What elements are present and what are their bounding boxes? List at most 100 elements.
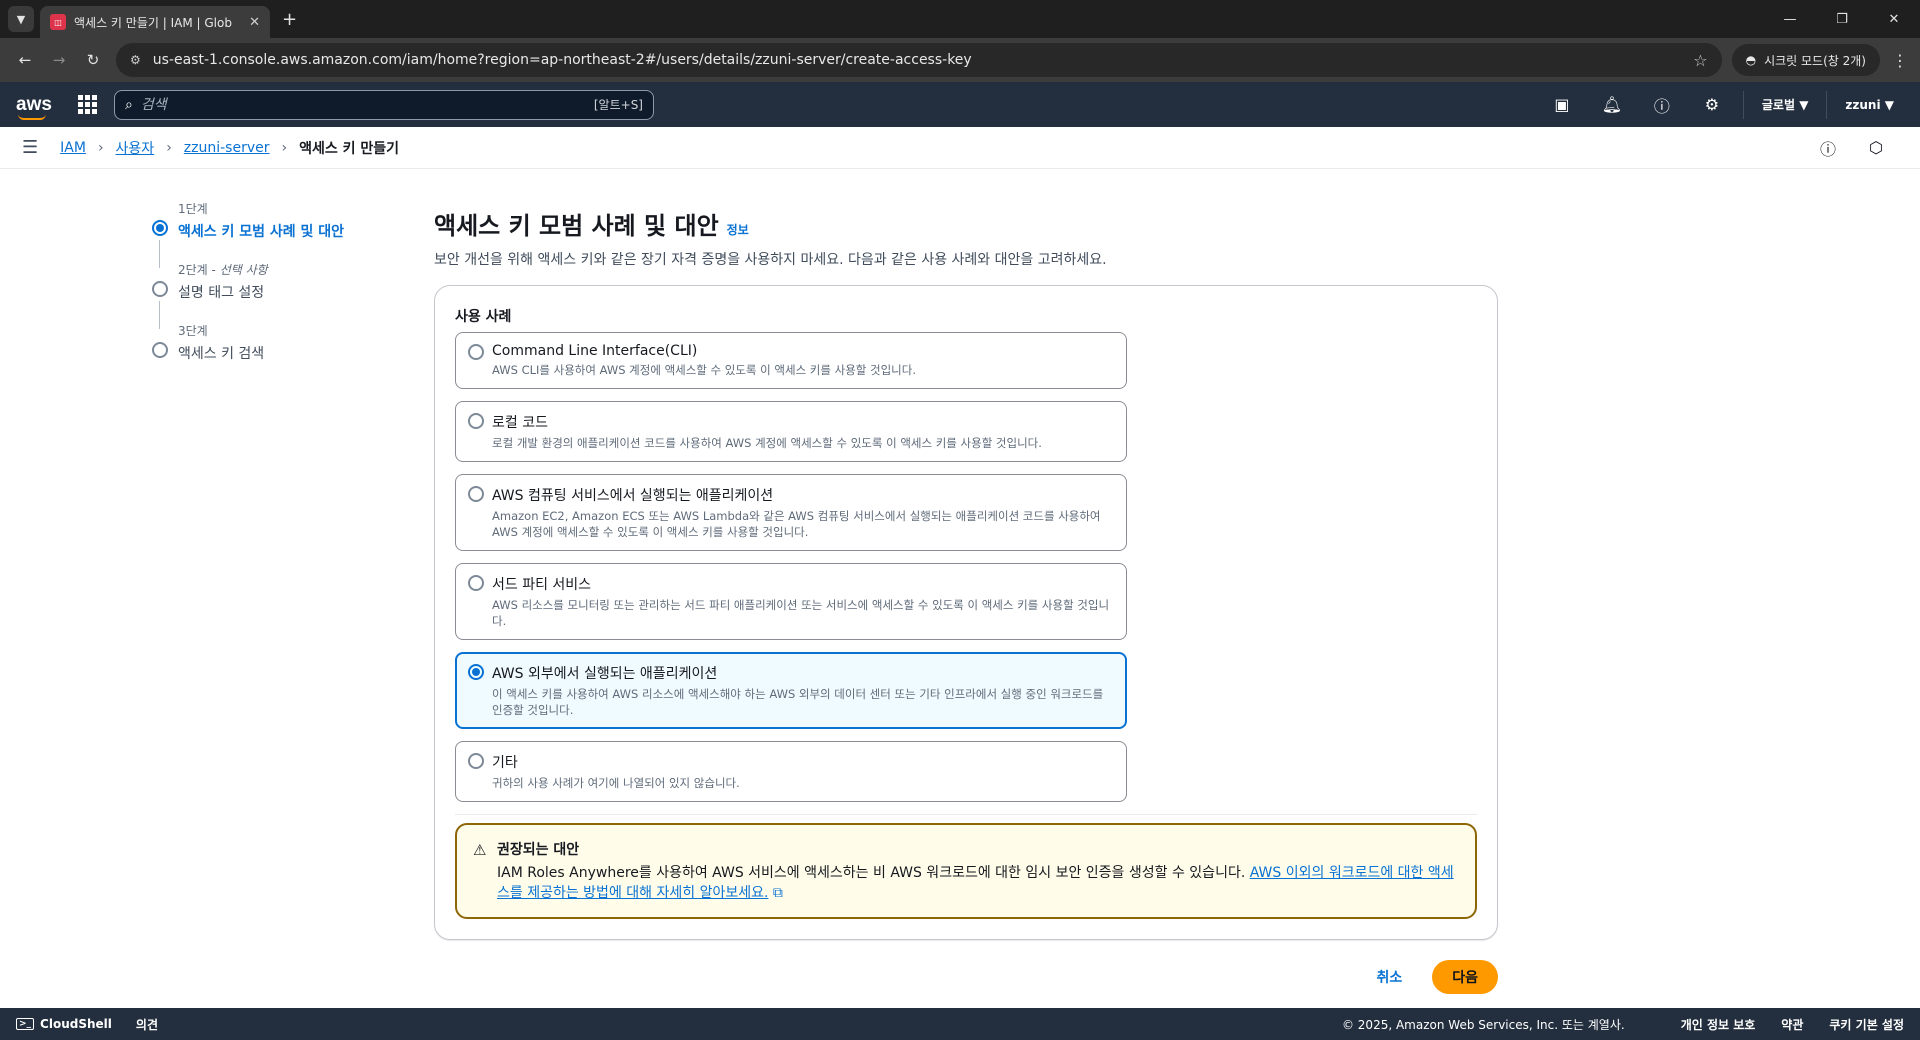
help-icon[interactable]: ⓘ <box>1637 93 1687 117</box>
alert-title: 권장되는 대안 <box>497 842 580 858</box>
option-title: AWS 외부에서 실행되는 애플리케이션 <box>492 666 718 682</box>
use-case-label: 사용 사례 <box>455 309 512 325</box>
nav-divider <box>1742 90 1744 119</box>
use-case-container: 사용 사례 Command Line Interface(CLI) AWS CL… <box>434 285 1498 940</box>
use-case-option-cli[interactable]: Command Line Interface(CLI) AWS CLI를 사용하… <box>455 332 1127 389</box>
main-content: 액세스 키 모범 사례 및 대안 정보 보안 개선을 위해 액세스 키와 같은 … <box>434 206 1498 994</box>
alert-text: IAM Roles Anywhere를 사용하여 AWS 서비스에 액세스하는 … <box>497 865 1250 881</box>
incognito-icon: ◓ <box>1745 53 1757 67</box>
aws-logo[interactable]: aws <box>16 93 56 120</box>
browser-tab-active[interactable]: ◫ 액세스 키 만들기 | IAM | Glob ✕ <box>40 6 270 38</box>
breadcrumb-iam[interactable]: IAM <box>60 140 86 156</box>
console-footer: >_ CloudShell 의견 © 2025, Amazon Web Serv… <box>0 1008 1920 1040</box>
step-number: 3단계 <box>178 324 208 338</box>
option-title: Command Line Interface(CLI) <box>492 343 698 359</box>
radio-button[interactable] <box>468 413 484 429</box>
use-case-option-other[interactable]: 기타 귀하의 사용 사례가 여기에 나열되어 있지 않습니다. <box>455 741 1127 802</box>
settings-gear-icon[interactable]: ⚙ <box>1687 95 1737 114</box>
breadcrumb-bar: ☰ IAM › 사용자 › zzuni-server › 액세스 키 만들기 ⓘ… <box>0 127 1920 169</box>
breadcrumb-chevron-icon: › <box>281 139 288 156</box>
browser-tab-title: 액세스 키 만들기 | IAM | Glob <box>74 15 232 30</box>
step-3[interactable]: 3단계 액세스 키 검색 <box>146 322 366 363</box>
next-button[interactable]: 다음 <box>1432 960 1498 994</box>
restore-icon[interactable]: ❐ <box>1816 0 1868 38</box>
cancel-button[interactable]: 취소 <box>1376 967 1402 987</box>
url-bar[interactable]: ⚙ us-east-1.console.aws.amazon.com/iam/h… <box>116 43 1722 77</box>
option-description: 귀하의 사용 사례가 여기에 나열되어 있지 않습니다. <box>492 776 740 790</box>
radio-button[interactable] <box>468 344 484 360</box>
external-link-icon[interactable]: ⧉ <box>773 885 783 901</box>
option-description: Amazon EC2, Amazon ECS 또는 AWS Lambda와 같은… <box>492 509 1101 539</box>
forward-arrow-icon[interactable]: → <box>42 43 76 77</box>
cloudshell-button[interactable]: >_ CloudShell <box>16 1017 112 1031</box>
nav-divider <box>1826 90 1828 119</box>
step-status-icon <box>152 342 168 358</box>
step-number: 1단계 <box>178 202 208 216</box>
new-tab-plus-icon[interactable]: + <box>282 9 297 30</box>
page-title: 액세스 키 모범 사례 및 대안 <box>434 212 719 240</box>
step-title: 설명 태그 설정 <box>178 285 265 301</box>
step-1[interactable]: 1단계 액세스 키 모범 사례 및 대안 <box>146 200 366 268</box>
radio-button[interactable] <box>468 486 484 502</box>
info-panel-icon[interactable]: ⓘ <box>1804 136 1852 160</box>
copyright-text: © 2025, Amazon Web Services, Inc. 또는 계열사… <box>1341 1017 1625 1032</box>
reload-icon[interactable]: ↻ <box>76 43 110 77</box>
option-title: 로컬 코드 <box>492 415 548 431</box>
close-tab-icon[interactable]: ✕ <box>249 15 260 30</box>
breadcrumb-users[interactable]: 사용자 <box>116 138 155 158</box>
region-menu[interactable]: 글로벌 ▼ <box>1750 96 1821 113</box>
terms-link[interactable]: 약관 <box>1781 1016 1803 1033</box>
bookmark-star-icon[interactable]: ☆ <box>1693 51 1707 70</box>
search-shortcut-hint: [알트+S] <box>593 98 643 112</box>
account-menu[interactable]: zzuni ▼ <box>1833 98 1906 112</box>
breadcrumb-chevron-icon: › <box>97 139 104 156</box>
search-input[interactable] <box>140 96 594 113</box>
window-controls: — ❐ ✕ <box>1764 0 1920 38</box>
use-case-option-aws-compute[interactable]: AWS 컴퓨팅 서비스에서 실행되는 애플리케이션 Amazon EC2, Am… <box>455 474 1127 551</box>
browser-addressbar: ← → ↻ ⚙ us-east-1.console.aws.amazon.com… <box>0 38 1920 82</box>
use-case-option-local-code[interactable]: 로컬 코드 로컬 개발 환경의 애플리케이션 코드를 사용하여 AWS 계정에 … <box>455 401 1127 462</box>
browser-menu-icon[interactable]: ⋮ <box>1888 51 1912 70</box>
cloudshell-icon[interactable]: ▣ <box>1537 95 1587 114</box>
use-case-option-outside-aws[interactable]: AWS 외부에서 실행되는 애플리케이션 이 액세스 키를 사용하여 AWS 리… <box>455 652 1127 729</box>
iam-favicon-icon: ◫ <box>50 14 66 30</box>
site-settings-icon[interactable]: ⚙ <box>130 53 141 67</box>
step-2[interactable]: 2단계 - 선택 사항 설명 태그 설정 <box>146 261 366 329</box>
minimize-icon[interactable]: — <box>1764 0 1816 38</box>
hamburger-menu-icon[interactable]: ☰ <box>22 137 38 158</box>
console-search[interactable]: ⌕ [알트+S] <box>114 89 654 120</box>
url-text[interactable]: us-east-1.console.aws.amazon.com/iam/hom… <box>153 52 1693 68</box>
option-description: AWS 리소스를 모니터링 또는 관리하는 서드 파티 애플리케이션 또는 서비… <box>492 598 1110 628</box>
step-status-icon <box>152 281 168 297</box>
info-link[interactable]: 정보 <box>727 221 749 238</box>
services-grid-icon[interactable] <box>78 94 98 115</box>
close-window-icon[interactable]: ✕ <box>1868 0 1920 38</box>
radio-button[interactable] <box>468 575 484 591</box>
notifications-bell-icon[interactable]: 🔔︎ <box>1587 95 1637 114</box>
step-title: 액세스 키 모범 사례 및 대안 <box>178 224 345 240</box>
radio-button-selected[interactable] <box>468 664 484 680</box>
aws-logo-text: aws <box>16 93 52 115</box>
step-title: 액세스 키 검색 <box>178 346 265 362</box>
tools-panel-icon[interactable]: ⬡ <box>1852 138 1900 157</box>
radio-button[interactable] <box>468 753 484 769</box>
back-arrow-icon[interactable]: ← <box>8 43 42 77</box>
incognito-indicator[interactable]: ◓ 시크릿 모드(창 2개) <box>1731 44 1880 76</box>
option-title: AWS 컴퓨팅 서비스에서 실행되는 애플리케이션 <box>492 488 774 504</box>
option-description: AWS CLI를 사용하여 AWS 계정에 액세스할 수 있도록 이 액세스 키… <box>492 363 916 377</box>
page-description: 보안 개선을 위해 액세스 키와 같은 장기 자격 증명을 사용하지 마세요. … <box>434 252 1107 268</box>
incognito-label: 시크릿 모드(창 2개) <box>1764 53 1866 68</box>
page-header: 액세스 키 모범 사례 및 대안 정보 <box>434 206 1498 241</box>
aws-top-nav: aws ⌕ [알트+S] ▣ 🔔︎ ⓘ ⚙ 글로벌 ▼ zzuni ▼ <box>0 82 1920 127</box>
breadcrumb-chevron-icon: › <box>166 139 172 156</box>
use-case-option-third-party[interactable]: 서드 파티 서비스 AWS 리소스를 모니터링 또는 관리하는 서드 파티 애플… <box>455 563 1127 640</box>
breadcrumb-user[interactable]: zzuni-server <box>184 140 270 156</box>
cookie-preferences-link[interactable]: 쿠키 기본 설정 <box>1829 1016 1904 1033</box>
section-divider <box>455 814 1477 815</box>
option-description: 이 액세스 키를 사용하여 AWS 리소스에 액세스해야 하는 AWS 외부의 … <box>492 687 1104 717</box>
privacy-link[interactable]: 개인 정보 보호 <box>1681 1016 1756 1033</box>
cloudshell-icon: >_ <box>16 1018 35 1030</box>
tab-search-chevron-icon[interactable]: ▼ <box>8 6 34 32</box>
option-title: 기타 <box>492 755 518 771</box>
feedback-link[interactable]: 의견 <box>136 1016 158 1033</box>
